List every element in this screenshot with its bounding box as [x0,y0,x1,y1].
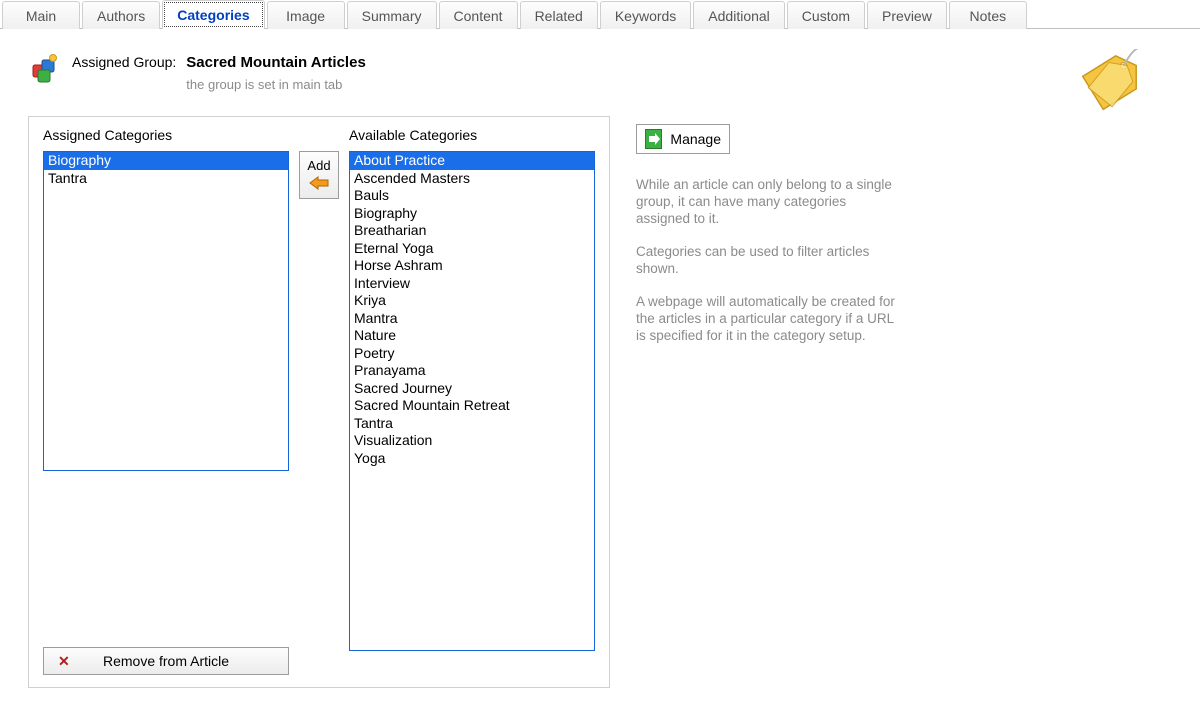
list-item[interactable]: Yoga [350,450,594,468]
tab-authors[interactable]: Authors [82,1,160,29]
list-item[interactable]: Pranayama [350,362,594,380]
list-item[interactable]: Breatharian [350,222,594,240]
add-button-label: Add [307,158,330,173]
tab-image[interactable]: Image [267,1,345,29]
assigned-group-name: Sacred Mountain Articles [186,51,366,71]
categories-groupbox: Assigned Categories BiographyTantra Add [28,116,610,688]
remove-button-label: Remove from Article [103,653,229,669]
tab-content[interactable]: Content [439,1,518,29]
tab-keywords[interactable]: Keywords [600,1,691,29]
list-item[interactable]: Interview [350,275,594,293]
assigned-group-row: Assigned Group: Sacred Mountain Articles… [28,51,1200,92]
tab-custom[interactable]: Custom [787,1,865,29]
tag-icon [1066,49,1156,116]
list-item[interactable]: Kriya [350,292,594,310]
assigned-group-hint: the group is set in main tab [186,77,366,92]
list-item[interactable]: Poetry [350,345,594,363]
tab-summary[interactable]: Summary [347,1,437,29]
list-item[interactable]: Tantra [44,170,288,188]
tab-preview[interactable]: Preview [867,1,947,29]
page-body: Assigned Group: Sacred Mountain Articles… [0,29,1200,688]
list-item[interactable]: Biography [44,152,288,170]
manage-button[interactable]: Manage [636,124,730,154]
tab-categories[interactable]: Categories [162,0,264,29]
assigned-group-column: Sacred Mountain Articles the group is se… [186,51,366,92]
delete-icon: ✕ [58,653,70,670]
add-button[interactable]: Add [299,151,339,199]
assigned-categories-title: Assigned Categories [43,127,289,145]
info-paragraph-3: A webpage will automatically be created … [636,293,896,344]
assigned-categories-list[interactable]: BiographyTantra [43,151,289,471]
list-item[interactable]: Horse Ashram [350,257,594,275]
arrow-right-icon [645,129,662,149]
list-item[interactable]: Sacred Mountain Retreat [350,397,594,415]
list-item[interactable]: Visualization [350,432,594,450]
list-item[interactable]: About Practice [350,152,594,170]
arrow-left-icon [308,176,330,193]
main-area: Assigned Categories BiographyTantra Add [28,116,1200,688]
list-item[interactable]: Nature [350,327,594,345]
info-paragraph-1: While an article can only belong to a si… [636,176,896,227]
list-item[interactable]: Sacred Journey [350,380,594,398]
manage-button-label: Manage [670,131,721,147]
info-column: Manage While an article can only belong … [636,116,896,360]
tab-related[interactable]: Related [520,1,598,29]
group-icon [28,51,64,87]
remove-button[interactable]: ✕ Remove from Article [43,647,289,675]
info-text: While an article can only belong to a si… [636,176,896,344]
tab-notes[interactable]: Notes [949,1,1027,29]
available-categories-title: Available Categories [349,127,595,145]
available-categories-list[interactable]: About PracticeAscended MastersBaulsBiogr… [349,151,595,651]
list-item[interactable]: Biography [350,205,594,223]
list-item[interactable]: Mantra [350,310,594,328]
tab-bar: MainAuthorsCategoriesImageSummaryContent… [0,0,1200,29]
tab-additional[interactable]: Additional [693,1,785,29]
list-item[interactable]: Bauls [350,187,594,205]
tab-main[interactable]: Main [2,1,80,29]
list-item[interactable]: Ascended Masters [350,170,594,188]
list-item[interactable]: Tantra [350,415,594,433]
info-paragraph-2: Categories can be used to filter article… [636,243,896,277]
list-item[interactable]: Eternal Yoga [350,240,594,258]
assigned-group-label: Assigned Group: [72,51,176,70]
